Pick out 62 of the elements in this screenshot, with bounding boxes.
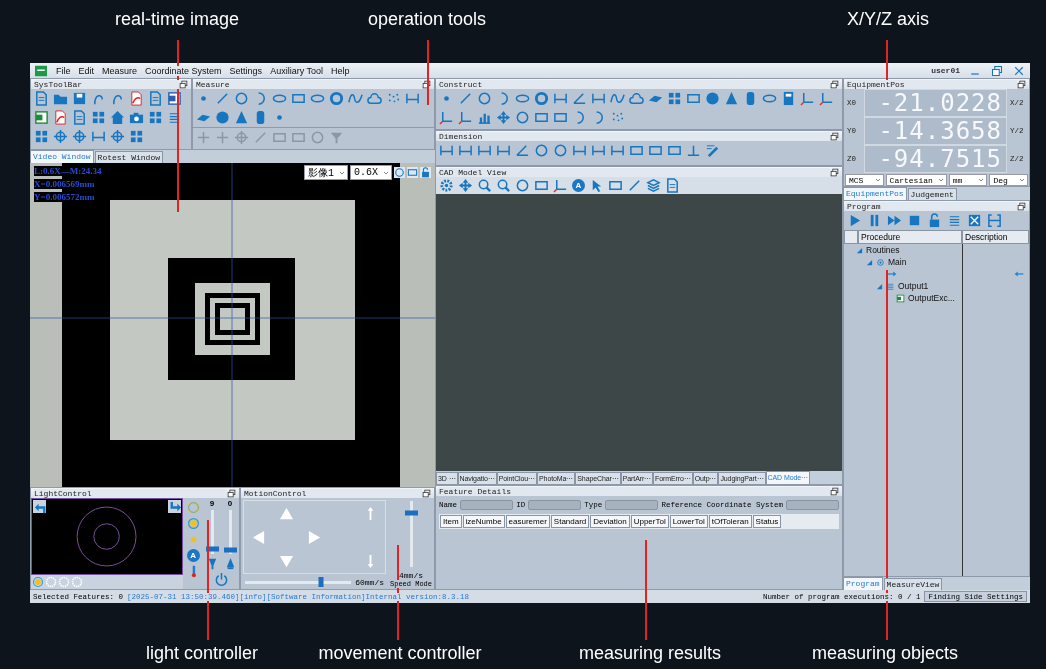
menu-item[interactable]: Auxiliary Tool xyxy=(270,65,323,76)
annotation-label: light controller xyxy=(145,643,259,664)
annotation-label: real-time image xyxy=(115,9,239,30)
dropdown[interactable]: 影像1 xyxy=(303,165,348,180)
speed-value: 4mm/s xyxy=(399,571,423,580)
column-header[interactable]: easuremer xyxy=(505,515,550,528)
panel-title: Dimension xyxy=(439,131,830,141)
dropdown[interactable]: Deg xyxy=(989,174,1028,186)
tab[interactable]: Rotest Window xyxy=(94,151,164,163)
tab[interactable]: Program xyxy=(843,577,883,590)
slider-value: 0 xyxy=(227,499,233,508)
panel-title: Construct xyxy=(439,79,830,89)
menu-item[interactable]: Help xyxy=(331,65,350,76)
panel-title: CAD Model View xyxy=(439,167,830,177)
auto-button[interactable]: A xyxy=(186,549,200,562)
speed-value: 60mm/s xyxy=(355,578,384,587)
annotation-label: measuring objects xyxy=(811,643,959,664)
panel-title: EquipmentPos xyxy=(847,79,1017,89)
tree-item[interactable]: Output1 xyxy=(898,281,929,291)
annotation-label: measuring results xyxy=(578,643,722,664)
panel-title: SysToolBar xyxy=(34,79,179,89)
menu-item[interactable]: File xyxy=(56,65,71,76)
column-header[interactable]: Description xyxy=(962,230,1029,244)
tree-item[interactable]: Main xyxy=(888,257,907,267)
slider-value: 9 xyxy=(209,499,215,508)
panel-title: MotionControl xyxy=(244,488,422,498)
panel-title: Feature Details xyxy=(439,486,830,496)
menu-item[interactable]: Measure xyxy=(102,65,138,76)
annotation-label: movement controller xyxy=(318,643,482,664)
tree-item[interactable]: Routines xyxy=(866,245,900,255)
menu-item[interactable]: Coordinate System xyxy=(145,65,222,76)
menu-item[interactable]: Edit xyxy=(78,65,95,76)
dropdown[interactable]: MCS xyxy=(845,174,884,186)
coordinate-readout: -94.7515 xyxy=(864,145,1007,173)
dropdown[interactable]: 0.6X xyxy=(350,165,392,180)
tree-item[interactable]: OutputExc... xyxy=(908,293,955,303)
annotation-label: X/Y/Z axis xyxy=(847,9,929,30)
column-header[interactable]: tOfToleran xyxy=(708,515,752,528)
column-header[interactable]: Item xyxy=(440,515,462,528)
user-name: user01 xyxy=(931,66,960,75)
column-header[interactable]: Deviation xyxy=(590,515,630,528)
column-header[interactable]: Status xyxy=(752,515,782,528)
panel-title: Program xyxy=(847,201,1017,211)
menu-item[interactable]: Settings xyxy=(229,65,263,76)
tab[interactable]: MeasureView xyxy=(883,578,943,590)
column-header[interactable]: UpperTol xyxy=(630,515,669,528)
dropdown[interactable]: mm xyxy=(948,174,988,186)
annotation-label: operation tools xyxy=(367,9,487,30)
column-header[interactable]: izeNumbe xyxy=(462,515,505,528)
column-header[interactable]: Procedure xyxy=(858,230,962,244)
a-button[interactable]: A xyxy=(572,179,585,192)
column-header[interactable]: Standard xyxy=(550,515,590,528)
coordinate-readout: -14.3658 xyxy=(864,117,1007,145)
column-header[interactable]: LowerTol xyxy=(669,515,708,528)
panel-title: Measure xyxy=(196,79,422,89)
overlay-text: L:0.6X—M:24.34 xyxy=(34,166,102,176)
panel-title: LightControl xyxy=(34,488,227,498)
tab[interactable]: EquipmentPos xyxy=(843,187,907,200)
dropdown[interactable]: Cartesian xyxy=(885,174,947,186)
coordinate-readout: -21.0228 xyxy=(864,89,1007,117)
tab[interactable]: Video Window xyxy=(30,150,94,163)
tab[interactable]: Judgement xyxy=(907,188,957,200)
